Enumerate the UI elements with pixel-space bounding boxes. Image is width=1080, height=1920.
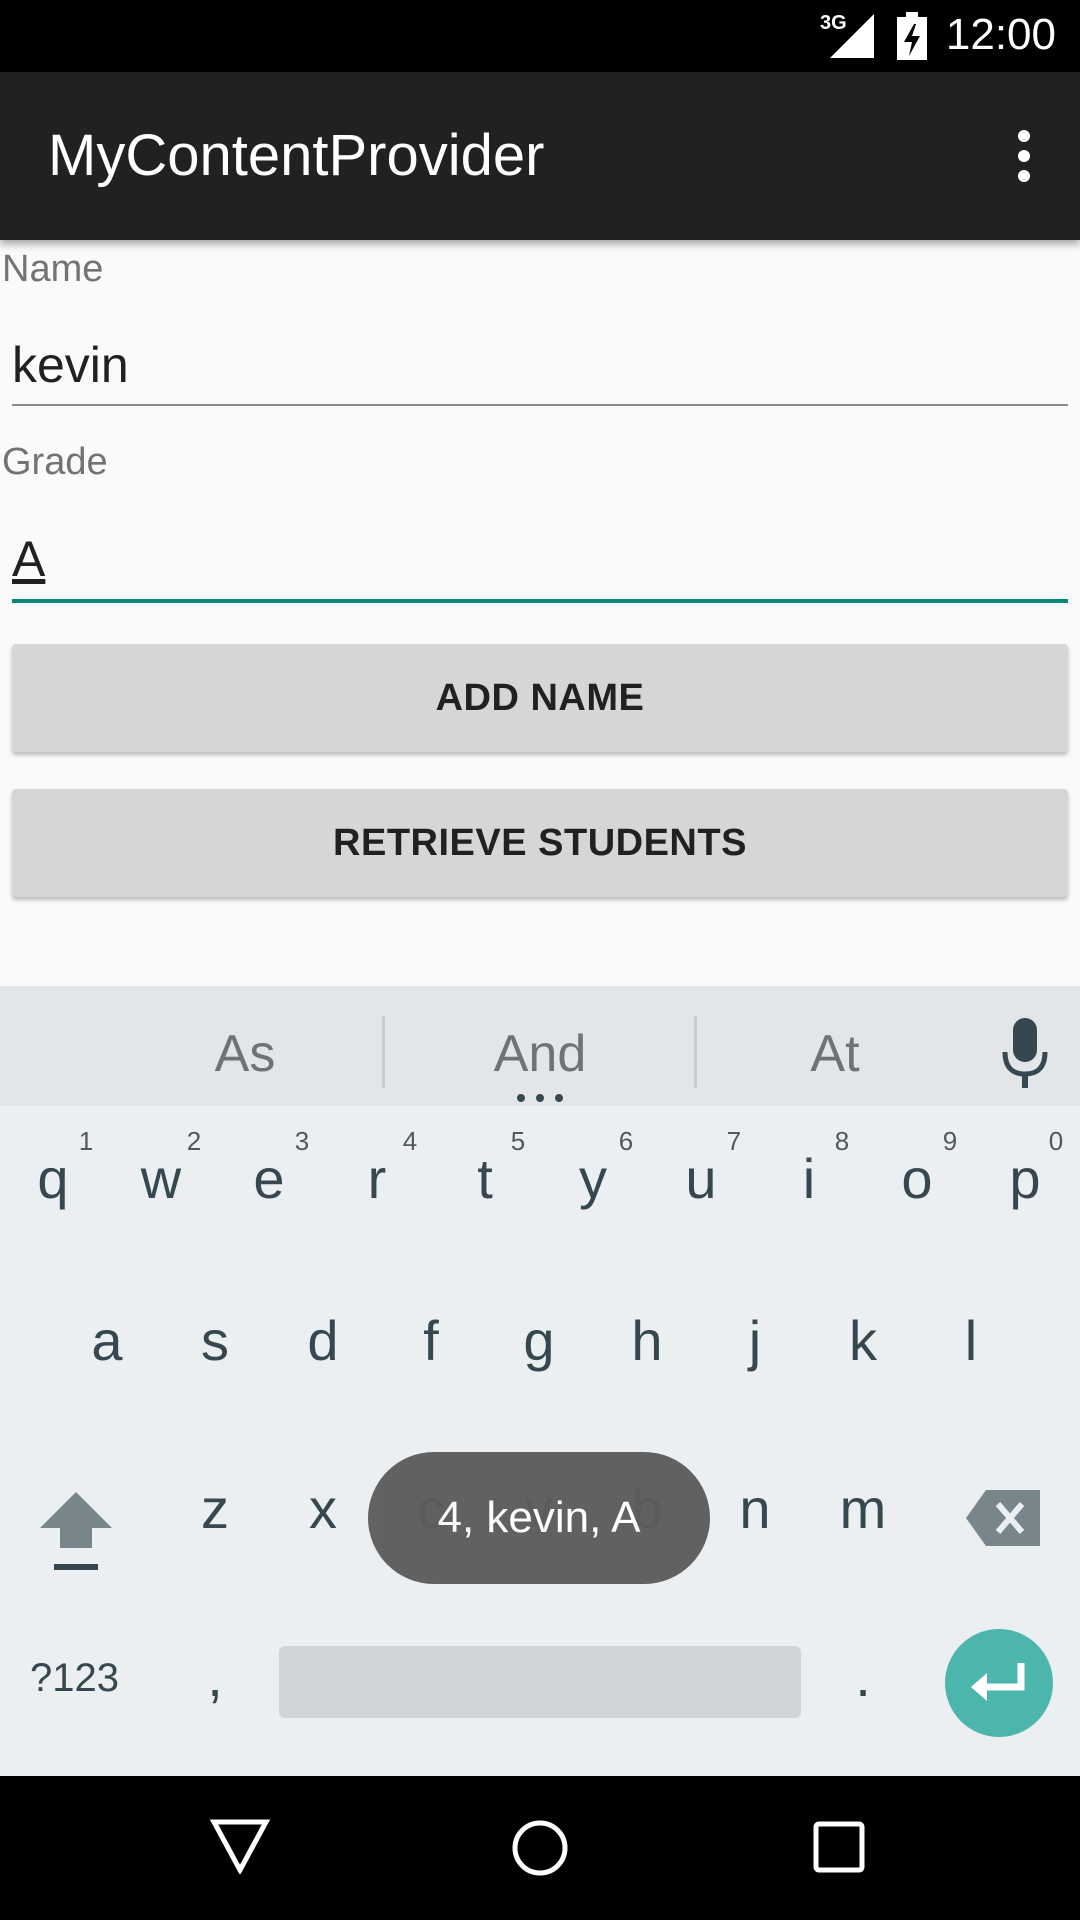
- microphone-icon[interactable]: [1000, 1016, 1050, 1096]
- suggestion-at[interactable]: At: [755, 1024, 915, 1084]
- name-label: Name: [2, 248, 104, 290]
- battery-charging-icon: [897, 12, 927, 60]
- enter-icon: [971, 1663, 1025, 1701]
- add-name-button[interactable]: ADD NAME: [12, 644, 1068, 752]
- key-hint: 6: [618, 1126, 634, 1156]
- key-d[interactable]: d: [278, 1308, 368, 1373]
- clock: 12:00: [945, 10, 1056, 59]
- space-bar[interactable]: [279, 1646, 801, 1718]
- key-hint: 8: [834, 1126, 850, 1156]
- app-title: MyContentProvider: [48, 123, 545, 188]
- key-hint: 4: [402, 1126, 418, 1156]
- key-l[interactable]: l: [926, 1308, 1016, 1373]
- grade-input[interactable]: A: [12, 530, 45, 588]
- suggestion-strip: As And At: [0, 986, 1080, 1106]
- key-g[interactable]: g: [494, 1308, 584, 1373]
- enter-key[interactable]: [945, 1629, 1053, 1737]
- key-n[interactable]: n: [710, 1476, 800, 1541]
- suggestion-as[interactable]: As: [165, 1024, 325, 1084]
- key-z[interactable]: z: [170, 1476, 260, 1541]
- suggestion-divider: [694, 1016, 697, 1088]
- navigation-bar: [0, 1776, 1080, 1920]
- suggestion-divider: [382, 1016, 385, 1088]
- more-suggestions-icon[interactable]: [517, 1094, 563, 1102]
- key-hint: 1: [78, 1126, 94, 1156]
- signal-icon: [830, 14, 874, 58]
- grade-input-underline: [12, 599, 1068, 603]
- key-hint: 5: [510, 1126, 526, 1156]
- key-j[interactable]: j: [710, 1308, 800, 1373]
- home-icon[interactable]: [510, 1818, 570, 1878]
- overflow-menu-icon[interactable]: [996, 126, 1050, 186]
- key-comma[interactable]: ,: [170, 1644, 260, 1709]
- key-a[interactable]: a: [62, 1308, 152, 1373]
- suggestion-and[interactable]: And: [440, 1024, 640, 1084]
- shift-icon[interactable]: [36, 1488, 116, 1574]
- soft-keyboard: As And At q w e r t y u i o p 1 2 3 4 5 …: [0, 986, 1080, 1776]
- retrieve-students-button[interactable]: RETRIEVE STUDENTS: [12, 789, 1068, 897]
- symbols-key[interactable]: ?123: [30, 1656, 119, 1701]
- key-hint: 2: [186, 1126, 202, 1156]
- key-hint: 7: [726, 1126, 742, 1156]
- key-hint: 9: [942, 1126, 958, 1156]
- name-input-underline: [12, 404, 1068, 406]
- backspace-icon[interactable]: [966, 1490, 1040, 1546]
- back-icon[interactable]: [210, 1818, 270, 1874]
- key-x[interactable]: x: [278, 1476, 368, 1541]
- key-f[interactable]: f: [386, 1308, 476, 1373]
- key-hint: 3: [294, 1126, 310, 1156]
- key-m[interactable]: m: [818, 1476, 908, 1541]
- key-hint: 0: [1048, 1126, 1064, 1156]
- key-s[interactable]: s: [170, 1308, 260, 1373]
- key-k[interactable]: k: [818, 1308, 908, 1373]
- app-bar: MyContentProvider: [0, 72, 1080, 240]
- key-h[interactable]: h: [602, 1308, 692, 1373]
- key-period[interactable]: .: [818, 1644, 908, 1709]
- status-bar: 3G 12:00: [0, 0, 1080, 72]
- name-input[interactable]: kevin: [12, 336, 129, 394]
- toast-message: 4, kevin, A: [368, 1452, 710, 1584]
- recents-icon[interactable]: [812, 1820, 866, 1874]
- grade-label: Grade: [2, 441, 108, 483]
